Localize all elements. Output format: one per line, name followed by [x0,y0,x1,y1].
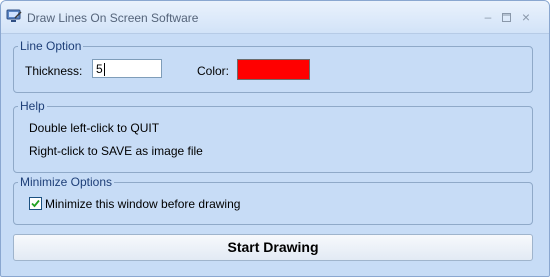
close-icon[interactable]: × [517,9,535,25]
start-drawing-button[interactable]: Start Drawing [13,234,533,261]
help-group: Help [13,99,533,173]
thickness-input[interactable]: 5 [92,59,162,78]
maximize-icon[interactable] [497,9,515,25]
app-window: Draw Lines On Screen Software – × Line O… [0,0,550,277]
minimize-options-legend: Minimize Options [20,175,113,189]
color-swatch[interactable] [237,59,310,80]
color-label: Color: [197,64,230,78]
minimize-checkbox-label[interactable]: Minimize this window before drawing [45,197,240,211]
monitor-pen-icon [6,9,23,24]
minimize-icon[interactable]: – [479,9,497,25]
thickness-value: 5 [96,62,103,76]
thickness-label: Thickness: [25,64,83,78]
title-bar[interactable]: Draw Lines On Screen Software – × [1,1,549,34]
line-option-legend: Line Option [20,39,82,53]
help-legend: Help [20,99,45,113]
minimize-checkbox[interactable] [29,197,42,210]
window-title: Draw Lines On Screen Software [27,11,199,25]
help-text-save: Right-click to SAVE as image file [29,144,203,158]
help-text-quit: Double left-click to QUIT [29,121,160,135]
